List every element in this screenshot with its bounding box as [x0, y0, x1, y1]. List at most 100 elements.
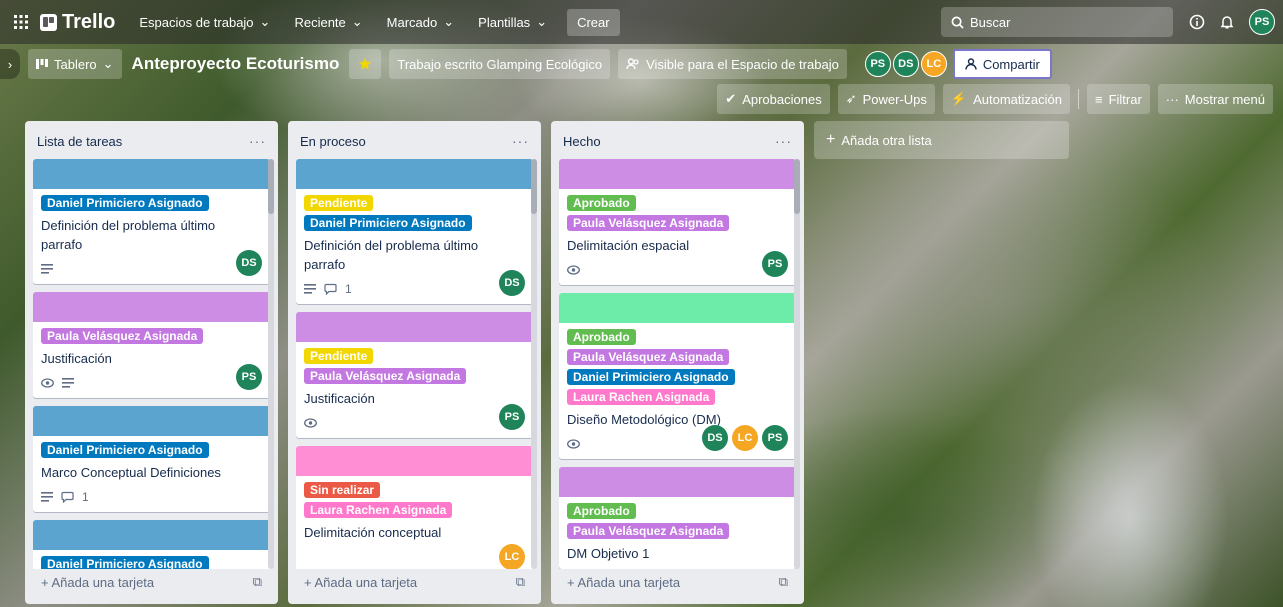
card-label[interactable]: Laura Rachen Asignada	[304, 502, 453, 518]
member-avatar[interactable]: LC	[920, 51, 947, 77]
list-header[interactable]: En proceso ···	[288, 121, 541, 161]
add-card-button[interactable]: + Añada una tarjeta ⧉	[296, 568, 533, 596]
member-avatar[interactable]: DS	[892, 51, 919, 77]
nav-recent[interactable]: Reciente ⌄	[284, 8, 372, 36]
card-label[interactable]: Aprobado	[567, 329, 636, 345]
trello-logo[interactable]: Trello	[40, 11, 115, 34]
card[interactable]: Pendiente Daniel Primiciero Asignado Defin…	[296, 159, 533, 304]
check-icon: ✔	[725, 91, 737, 106]
card-label[interactable]: Daniel Primiciero Asignado	[41, 195, 209, 211]
app-switcher-icon[interactable]	[8, 9, 34, 35]
star-button[interactable]	[349, 49, 382, 79]
list-title[interactable]: Hecho	[563, 134, 601, 149]
search-input[interactable]: Buscar	[941, 7, 1173, 37]
card-label[interactable]: Sin realizar	[304, 482, 381, 498]
template-icon[interactable]: ⧉	[779, 574, 788, 590]
filter-button[interactable]: ≡ Filtrar	[1086, 84, 1150, 114]
card-label[interactable]: Paula Velásquez Asignada	[41, 328, 204, 344]
add-card-button[interactable]: + Añada una tarjeta ⧉	[33, 568, 270, 596]
list-scrollbar[interactable]	[268, 159, 274, 569]
board-title[interactable]: Anteproyecto Ecoturismo	[122, 54, 350, 74]
card[interactable]: Aprobado Paula Velásquez Asignada Delimita…	[559, 159, 796, 285]
card-label[interactable]: Paula Velásquez Asignada	[567, 349, 730, 365]
card[interactable]: Aprobado Paula Velásquez Asignada DM Objet…	[559, 467, 796, 569]
nav-starred[interactable]: Marcado ⌄	[377, 8, 464, 36]
board-view-switcher[interactable]: Tablero ⌄	[28, 49, 122, 79]
card-label[interactable]: Paula Velásquez Asignada	[567, 523, 730, 539]
card-label[interactable]: Paula Velásquez Asignada	[567, 215, 730, 231]
card[interactable]: Daniel Primiciero Asignado Marco Conceptu…	[33, 406, 270, 512]
card[interactable]: Sin realizar Laura Rachen Asignada Delimit…	[296, 446, 533, 569]
card-label[interactable]: Daniel Primiciero Asignado	[41, 442, 209, 458]
star-icon	[359, 58, 372, 70]
card-label[interactable]: Paula Velásquez Asignada	[304, 368, 467, 384]
list-header[interactable]: Hecho ···	[551, 121, 804, 161]
list-scrollbar[interactable]	[794, 159, 800, 569]
member-avatar[interactable]: PS	[499, 404, 525, 430]
list-title[interactable]: En proceso	[300, 134, 366, 149]
user-avatar[interactable]: PS	[1249, 9, 1275, 35]
list-header[interactable]: Lista de tareas ···	[25, 121, 278, 161]
workspace-button[interactable]: Trabajo escrito Glamping Ecológico	[389, 49, 611, 79]
eye-icon	[567, 265, 580, 275]
card-members: PS	[236, 364, 262, 390]
plus-icon: +	[567, 574, 578, 590]
card-label[interactable]: Pendiente	[304, 195, 374, 211]
card[interactable]: Pendiente Paula Velásquez Asignada Justifi…	[296, 312, 533, 438]
trello-logo-icon	[40, 13, 57, 31]
list-menu-icon[interactable]: ···	[512, 133, 529, 149]
card-body: Sin realizar Laura Rachen Asignada Delimit…	[296, 476, 533, 569]
card-members: DS	[499, 270, 525, 296]
bell-icon[interactable]	[1219, 14, 1235, 30]
card-title: Delimitación conceptual	[304, 525, 442, 540]
share-button[interactable]: Compartir	[952, 49, 1052, 79]
card-label[interactable]: Daniel Primiciero Asignado	[567, 369, 735, 385]
member-avatar[interactable]: PS	[864, 51, 891, 77]
add-list-button[interactable]: + Añada otra lista	[814, 121, 1069, 159]
member-avatar[interactable]: DS	[702, 425, 728, 451]
show-menu-button[interactable]: ··· Mostrar menú	[1157, 84, 1273, 114]
list-menu-icon[interactable]: ···	[249, 133, 266, 149]
sidebar-toggle[interactable]: ›	[0, 49, 20, 79]
member-avatar[interactable]: DS	[499, 270, 525, 296]
member-avatar[interactable]: LC	[732, 425, 758, 451]
list-menu-icon[interactable]: ···	[775, 133, 792, 149]
power-ups-button[interactable]: ➶ Power-Ups	[837, 84, 935, 114]
plus-icon: +	[826, 131, 836, 148]
nav-templates[interactable]: Plantillas ⌄	[468, 8, 557, 36]
card-members: PS	[499, 404, 525, 430]
board-view-label: Tablero	[54, 56, 97, 72]
add-card-button[interactable]: + Añada una tarjeta ⧉	[559, 568, 796, 596]
template-icon[interactable]: ⧉	[253, 574, 262, 590]
member-avatar[interactable]: LC	[499, 544, 525, 569]
nav-workspaces[interactable]: Espacios de trabajo ⌄	[129, 8, 280, 36]
card-label[interactable]: Pendiente	[304, 348, 374, 364]
plus-icon: +	[41, 574, 52, 590]
member-avatar[interactable]: PS	[236, 364, 262, 390]
card-body: Pendiente Paula Velásquez Asignada Justifi…	[296, 342, 533, 438]
list-scrollbar[interactable]	[531, 159, 537, 569]
approvals-button[interactable]: ✔ Aprobaciones	[717, 84, 830, 114]
toolbar-label: Automatización	[973, 91, 1062, 107]
description-icon	[41, 492, 53, 502]
template-icon[interactable]: ⧉	[516, 574, 525, 590]
member-avatar[interactable]: PS	[762, 251, 788, 277]
card[interactable]: Daniel Primiciero Asignado	[33, 520, 270, 569]
toolbar-divider	[1077, 89, 1079, 109]
card-label[interactable]: Aprobado	[567, 195, 636, 211]
info-icon[interactable]	[1189, 14, 1205, 30]
card-label[interactable]: Laura Rachen Asignada	[567, 389, 716, 405]
card-label[interactable]: Daniel Primiciero Asignado	[304, 215, 472, 231]
visibility-button[interactable]: Visible para el Espacio de trabajo	[618, 49, 847, 79]
member-avatar[interactable]: DS	[236, 250, 262, 276]
top-navigation-bar: Trello Espacios de trabajo ⌄ Reciente ⌄ Ma…	[0, 0, 1283, 44]
card[interactable]: Daniel Primiciero Asignado Definición del…	[33, 159, 270, 284]
create-button[interactable]: Crear	[567, 8, 620, 36]
list-title[interactable]: Lista de tareas	[37, 134, 122, 149]
automation-button[interactable]: ⚡ Automatización	[942, 84, 1070, 114]
board-members: PS DS LC	[864, 51, 947, 77]
card[interactable]: Aprobado Paula Velásquez Asignada Daniel P…	[559, 293, 796, 459]
card[interactable]: Paula Velásquez Asignada Justificación PS	[33, 292, 270, 398]
card-label[interactable]: Aprobado	[567, 503, 636, 519]
member-avatar[interactable]: PS	[762, 425, 788, 451]
